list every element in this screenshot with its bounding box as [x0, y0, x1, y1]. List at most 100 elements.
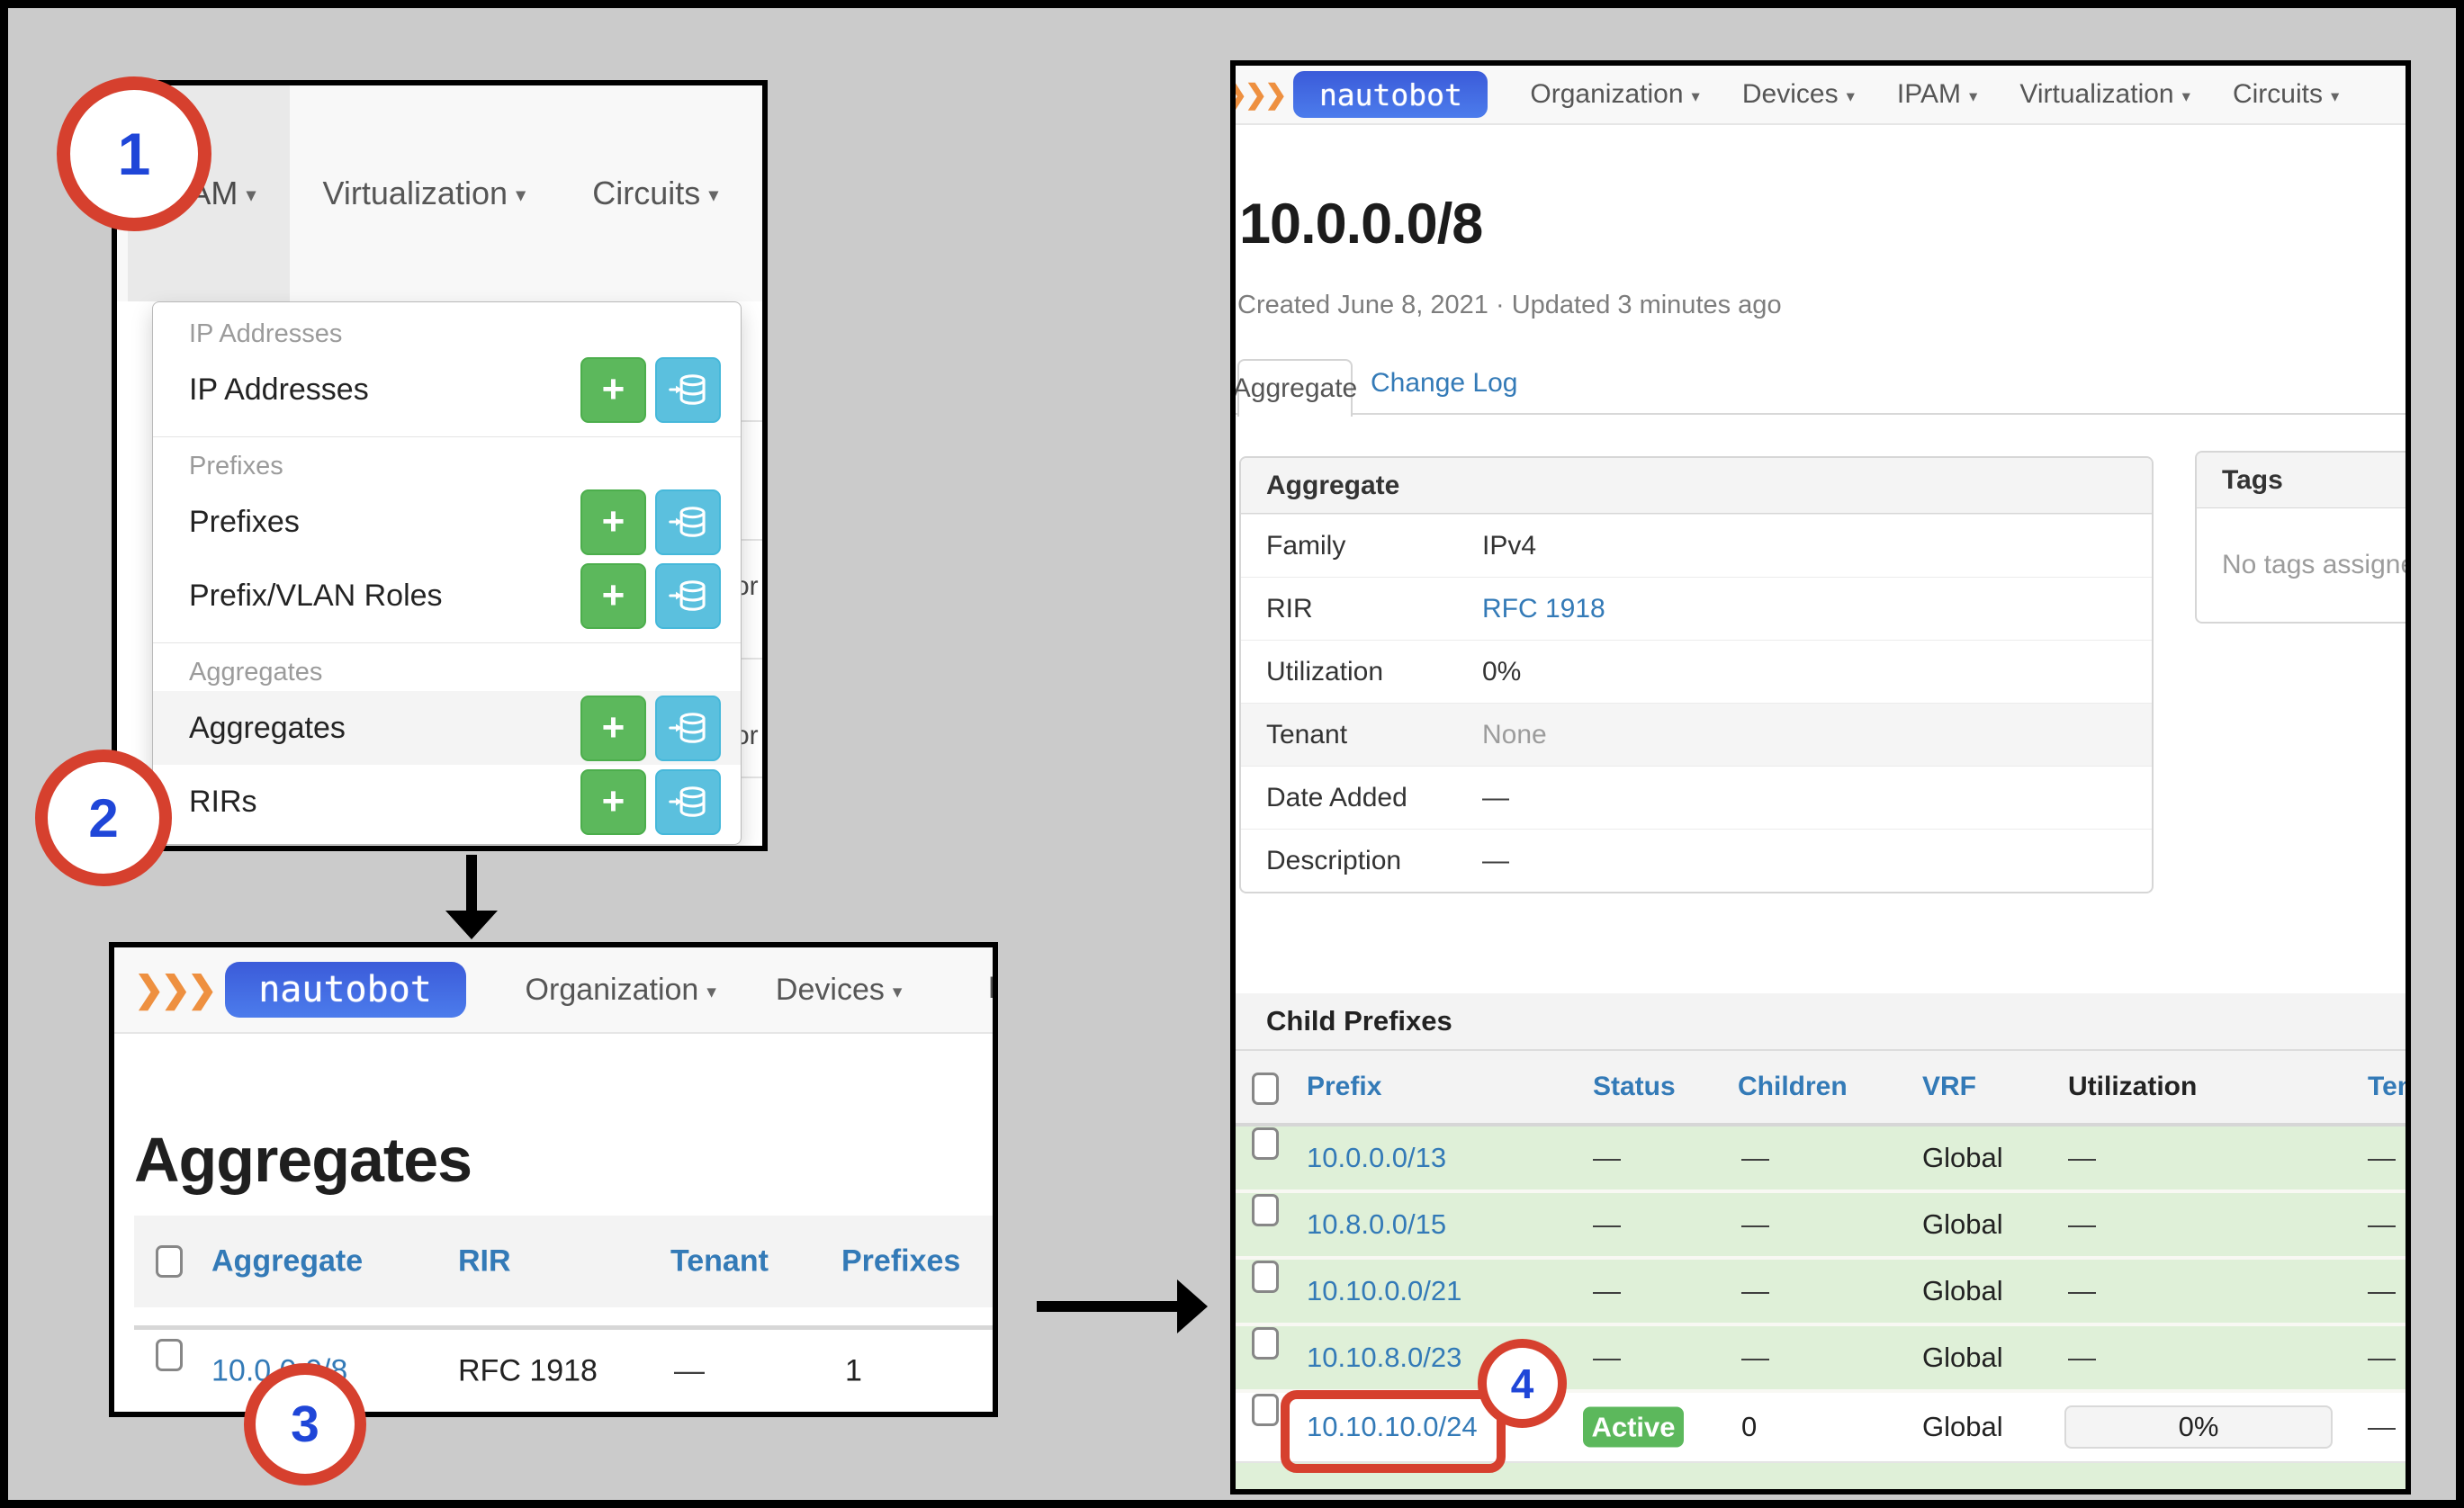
table-header-row: Prefix Status Children VRF Utilization T… [1236, 1051, 2406, 1127]
row-checkbox[interactable] [1252, 1194, 1279, 1226]
nav-devices[interactable]: Devices ▾ [1742, 79, 1855, 110]
tutorial-composite: IPAM ▾ Virtualization ▾ Circuits ▾ or or… [0, 0, 2464, 1508]
row-checkbox[interactable] [156, 1339, 183, 1371]
detail-value: 0% [1482, 657, 1521, 687]
detail-value: — [1482, 846, 1509, 876]
table-header-border [134, 1325, 993, 1330]
menu-item-label: Aggregates [189, 711, 580, 746]
column-header-tenant[interactable]: Tenant [670, 1244, 769, 1279]
nav-devices-label: Devices [1742, 79, 1839, 110]
detail-label: Date Added [1241, 783, 1407, 813]
nav-circuits[interactable]: Circuits ▾ [559, 85, 751, 301]
children-cell: 0 [1741, 1411, 1757, 1443]
nav-circuits[interactable]: Circuits ▾ [2233, 79, 2339, 110]
tab-border [1236, 413, 2406, 415]
add-button[interactable]: + [580, 769, 646, 835]
table-row-active-prefix: 10.10.10.0/24 Active 0 Global 0% — [1236, 1393, 2406, 1463]
nav-virtualization[interactable]: Virtualization ▾ [290, 85, 560, 301]
child-prefixes-section: Child Prefixes Prefix Status Children VR… [1236, 993, 2406, 1495]
add-button[interactable]: + [580, 489, 646, 555]
menu-item-rirs[interactable]: RIRs + [153, 765, 741, 839]
select-all-checkbox[interactable] [156, 1245, 183, 1278]
import-button[interactable] [655, 563, 721, 629]
menu-item-ip-addresses[interactable]: IP Addresses + [153, 353, 741, 426]
table-row: 10.10.0.0/21 — — Global — — [1236, 1260, 2406, 1326]
table-row-clipped [1236, 1463, 2406, 1495]
detail-label: RIR [1241, 594, 1313, 624]
children-cell: — [1741, 1208, 1769, 1241]
menu-item-prefixes[interactable]: Prefixes + [153, 485, 741, 559]
chevron-down-icon: ▾ [1969, 86, 1977, 106]
aggregate-card: Aggregate Family IPv4 RIR RFC 1918 Utili… [1239, 456, 2154, 893]
import-button[interactable] [655, 769, 721, 835]
nav-virtualization-label: Virtualization [323, 175, 508, 212]
nav-organization-label: Organization [526, 973, 699, 1008]
add-button[interactable]: + [580, 357, 646, 423]
nav-devices[interactable]: Devices ▾ [776, 973, 903, 1008]
table-row: 10.10.8.0/23 — — Global — — [1236, 1326, 2406, 1393]
add-button[interactable]: + [580, 696, 646, 761]
menu-item-label: IP Addresses [189, 373, 580, 408]
column-header-rir[interactable]: RIR [458, 1244, 511, 1279]
chevron-down-icon: ▾ [1847, 86, 1855, 106]
chevron-down-icon: ▾ [516, 184, 526, 207]
page-title: 10.0.0.0/8 [1239, 192, 1482, 256]
column-header-aggregate[interactable]: Aggregate [211, 1244, 363, 1279]
row-checkbox[interactable] [1252, 1127, 1279, 1160]
detail-row-family: Family IPv4 [1241, 514, 2152, 577]
menu-item-aggregates[interactable]: Aggregates + [153, 691, 741, 765]
menu-divider [153, 436, 741, 437]
import-button[interactable] [655, 357, 721, 423]
row-checkbox[interactable] [1252, 1394, 1279, 1426]
column-header-vrf[interactable]: VRF [1922, 1072, 1976, 1102]
prefix-link[interactable]: 10.8.0.0/15 [1307, 1208, 1446, 1241]
detail-row-date-added: Date Added — [1241, 766, 2152, 829]
utilization-cell: — [2068, 1275, 2096, 1307]
nautobot-logo[interactable]: nautobot [1293, 71, 1488, 118]
rir-link[interactable]: RFC 1918 [1482, 594, 1605, 624]
column-header-utilization: Utilization [2068, 1072, 2197, 1102]
nav-virtualization[interactable]: Virtualization ▾ [2019, 79, 2190, 110]
import-button[interactable] [655, 696, 721, 761]
row-checkbox[interactable] [1252, 1261, 1279, 1293]
nav-organization[interactable]: Organization ▾ [1530, 79, 1699, 110]
select-all-checkbox[interactable] [1252, 1073, 1279, 1105]
prefix-link[interactable]: 10.10.8.0/23 [1307, 1342, 1461, 1374]
column-header-prefix[interactable]: Prefix [1307, 1072, 1381, 1102]
chevron-down-icon: ▾ [893, 980, 903, 1003]
column-header-tenant[interactable]: Tenant [2368, 1072, 2411, 1102]
detail-row-rir: RIR RFC 1918 [1241, 577, 2152, 640]
detail-value: IPv4 [1482, 531, 1536, 561]
page-title: Aggregates [134, 1124, 472, 1196]
menu-item-prefix-vlan-roles[interactable]: Prefix/VLAN Roles + [153, 559, 741, 633]
column-header-prefixes[interactable]: Prefixes [841, 1244, 960, 1279]
tab-aggregate[interactable]: Aggregate [1237, 359, 1353, 417]
prefix-link[interactable]: 10.10.0.0/21 [1307, 1275, 1461, 1307]
nautobot-logo[interactable]: nautobot [225, 962, 466, 1018]
add-button[interactable]: + [580, 563, 646, 629]
prefix-link[interactable]: 10.10.10.0/24 [1307, 1411, 1478, 1443]
aggregates-list-screenshot: ❯❯❯ nautobot Organization ▾ Devices ▾ I … [109, 942, 998, 1417]
clipped-nav-fragment: I [988, 971, 996, 1006]
nav-ipam[interactable]: IPAM ▾ [1897, 79, 1977, 110]
nav-circuits-label: Circuits [592, 175, 700, 212]
import-button[interactable] [655, 489, 721, 555]
utilization-cell: — [2068, 1208, 2096, 1241]
created-updated-meta: Created June 8, 2021 · Updated 3 minutes… [1237, 291, 1782, 320]
nav-virtualization-label: Virtualization [2019, 79, 2173, 110]
right-arrow-head-icon [1177, 1279, 1208, 1333]
vrf-cell: Global [1922, 1208, 2003, 1241]
utilization-cell: — [2068, 1142, 2096, 1174]
top-navbar: ❯❯❯ nautobot Organization ▾ Devices ▾ I [114, 947, 993, 1034]
row-checkbox[interactable] [1252, 1327, 1279, 1360]
column-header-status[interactable]: Status [1593, 1072, 1676, 1102]
nautobot-chevrons-icon: ❯❯❯ [134, 969, 214, 1010]
child-prefixes-title: Child Prefixes [1236, 993, 2406, 1051]
tab-change-log[interactable]: Change Log [1371, 368, 1517, 399]
column-header-children[interactable]: Children [1738, 1072, 1848, 1102]
prefix-link[interactable]: 10.0.0.0/13 [1307, 1142, 1446, 1174]
ipam-dropdown-menu: IP Addresses IP Addresses + Prefixes Pre… [152, 301, 742, 845]
callout-2: 2 [35, 750, 172, 886]
nav-organization[interactable]: Organization ▾ [526, 973, 716, 1008]
detail-label: Utilization [1241, 657, 1383, 687]
